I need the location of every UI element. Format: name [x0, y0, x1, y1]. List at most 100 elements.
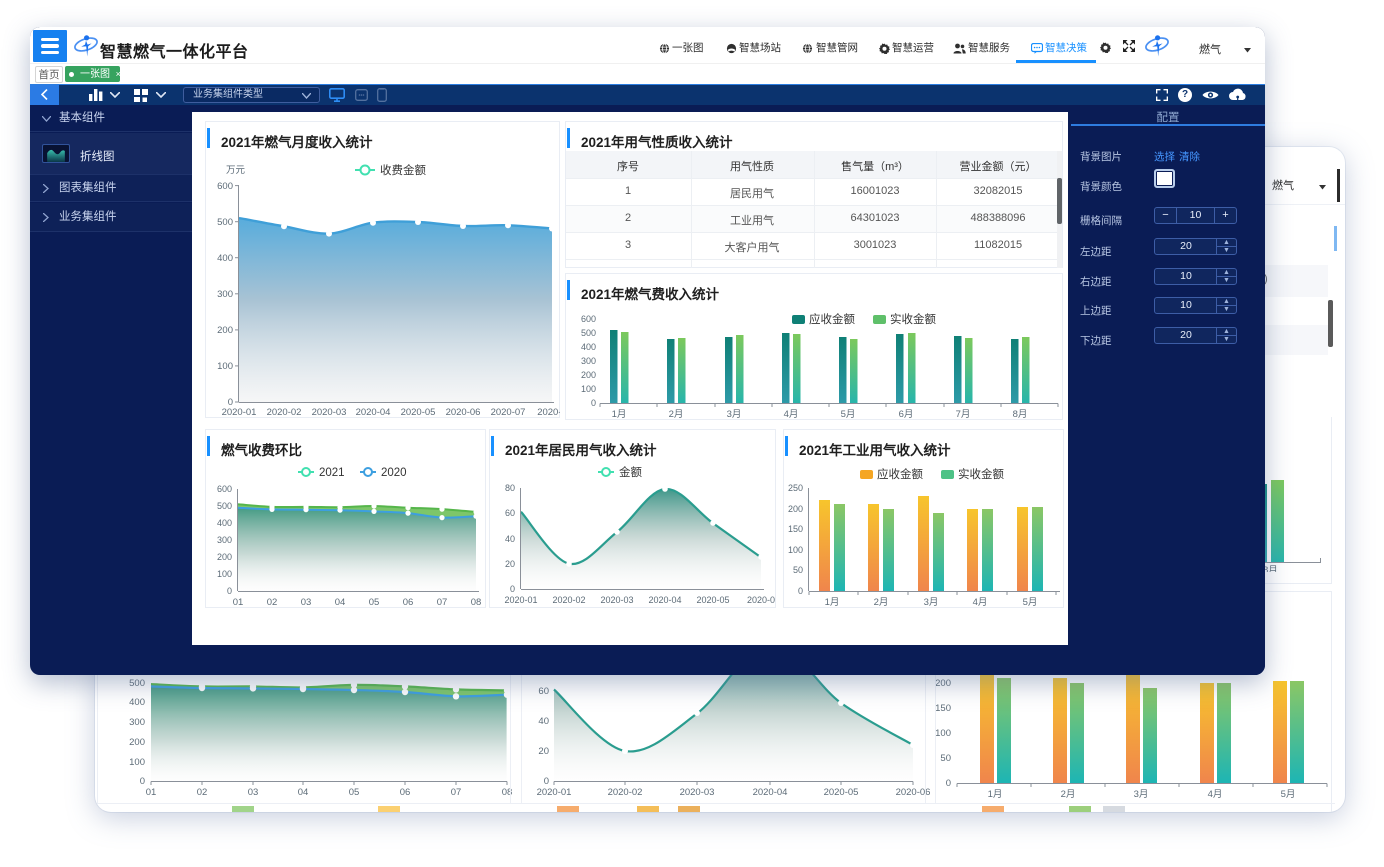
svg-text:2020-02: 2020-02 [552, 595, 585, 605]
svg-text:04: 04 [298, 787, 309, 798]
svg-text:100: 100 [581, 384, 596, 394]
svg-text:2020-04: 2020-04 [356, 407, 391, 418]
svg-text:500: 500 [217, 501, 232, 511]
svg-text:金额: 金额 [619, 465, 642, 479]
svg-text:5月: 5月 [1023, 597, 1038, 608]
svg-text:4月: 4月 [784, 409, 799, 420]
svg-text:100: 100 [217, 569, 232, 579]
svg-text:实收金额: 实收金额 [958, 467, 1004, 481]
svg-text:2020-0: 2020-0 [747, 595, 775, 605]
svg-text:2020-01: 2020-01 [222, 407, 257, 418]
svg-text:200: 200 [129, 737, 145, 748]
svg-text:250: 250 [788, 483, 803, 493]
svg-text:6月: 6月 [899, 409, 914, 420]
svg-text:2020-03: 2020-03 [312, 407, 347, 418]
svg-text:400: 400 [217, 518, 232, 528]
svg-text:600: 600 [217, 484, 232, 494]
svg-text:2020: 2020 [381, 467, 407, 479]
svg-text:08: 08 [471, 597, 482, 608]
svg-text:0: 0 [510, 584, 515, 594]
svg-text:收费金额: 收费金额 [380, 163, 426, 177]
svg-text:60: 60 [538, 686, 549, 697]
svg-text:200: 200 [935, 678, 951, 689]
svg-text:40: 40 [505, 534, 515, 544]
svg-text:05: 05 [369, 597, 380, 608]
svg-text:3月: 3月 [727, 409, 742, 420]
svg-text:06: 06 [403, 597, 414, 608]
svg-text:0: 0 [946, 778, 951, 789]
svg-text:2020-0: 2020-0 [537, 407, 560, 418]
svg-text:20: 20 [538, 746, 549, 757]
svg-text:07: 07 [437, 597, 448, 608]
svg-text:400: 400 [217, 253, 233, 264]
svg-text:2020-01: 2020-01 [504, 595, 537, 605]
svg-text:300: 300 [129, 717, 145, 728]
svg-text:5月: 5月 [841, 409, 856, 420]
svg-text:05: 05 [349, 787, 360, 798]
svg-text:20: 20 [505, 559, 515, 569]
svg-text:2020-07: 2020-07 [491, 407, 526, 418]
svg-text:300: 300 [217, 289, 233, 300]
svg-text:100: 100 [129, 757, 145, 768]
svg-text:100: 100 [217, 361, 233, 372]
svg-text:150: 150 [788, 524, 803, 534]
svg-text:300: 300 [581, 356, 596, 366]
svg-text:2月: 2月 [1061, 789, 1076, 800]
svg-text:2020-05: 2020-05 [696, 595, 729, 605]
svg-text:01: 01 [233, 597, 244, 608]
svg-text:500: 500 [217, 217, 233, 228]
svg-text:0: 0 [798, 586, 803, 596]
svg-text:2021: 2021 [319, 467, 345, 479]
svg-text:03: 03 [248, 787, 259, 798]
svg-text:0: 0 [140, 776, 145, 787]
svg-text:2月: 2月 [874, 597, 889, 608]
svg-text:50: 50 [940, 753, 951, 764]
svg-text:万元: 万元 [226, 165, 246, 176]
svg-text:80: 80 [505, 483, 515, 493]
svg-text:150: 150 [935, 703, 951, 714]
svg-text:50: 50 [793, 565, 803, 575]
svg-text:2020-04: 2020-04 [753, 787, 788, 798]
svg-text:600: 600 [217, 181, 233, 192]
svg-text:200: 200 [788, 504, 803, 514]
svg-text:2020-01: 2020-01 [537, 787, 572, 798]
svg-text:500: 500 [581, 328, 596, 338]
svg-text:06: 06 [400, 787, 411, 798]
svg-text:100: 100 [935, 728, 951, 739]
svg-text:3月: 3月 [1134, 789, 1149, 800]
svg-text:01: 01 [146, 787, 157, 798]
svg-text:7月: 7月 [956, 409, 971, 420]
svg-text:8月: 8月 [1263, 565, 1278, 572]
svg-text:04: 04 [335, 597, 346, 608]
svg-text:02: 02 [197, 787, 208, 798]
svg-text:200: 200 [581, 370, 596, 380]
svg-text:600: 600 [581, 314, 596, 324]
svg-text:实收金额: 实收金额 [890, 312, 936, 326]
svg-text:40: 40 [538, 716, 549, 727]
svg-text:2020-03: 2020-03 [680, 787, 715, 798]
svg-text:8月: 8月 [1013, 409, 1028, 420]
svg-text:400: 400 [129, 697, 145, 708]
svg-text:02: 02 [267, 597, 278, 608]
svg-text:200: 200 [217, 552, 232, 562]
svg-text:3月: 3月 [924, 597, 939, 608]
svg-text:1月: 1月 [612, 409, 627, 420]
svg-text:03: 03 [301, 597, 312, 608]
svg-text:5月: 5月 [1281, 789, 1296, 800]
svg-text:1月: 1月 [825, 597, 840, 608]
svg-text:2020-04: 2020-04 [648, 595, 681, 605]
svg-text:400: 400 [581, 342, 596, 352]
svg-text:100: 100 [788, 545, 803, 555]
svg-text:0: 0 [544, 776, 549, 787]
svg-text:300: 300 [217, 535, 232, 545]
svg-text:0: 0 [591, 398, 596, 408]
svg-text:500: 500 [129, 678, 145, 689]
svg-text:0: 0 [227, 586, 232, 596]
svg-text:2020-02: 2020-02 [608, 787, 643, 798]
svg-text:1月: 1月 [988, 789, 1003, 800]
svg-text:2020-06: 2020-06 [446, 407, 481, 418]
svg-text:2020-05: 2020-05 [401, 407, 436, 418]
svg-text:200: 200 [217, 325, 233, 336]
svg-text:2月: 2月 [669, 409, 684, 420]
svg-text:07: 07 [451, 787, 462, 798]
